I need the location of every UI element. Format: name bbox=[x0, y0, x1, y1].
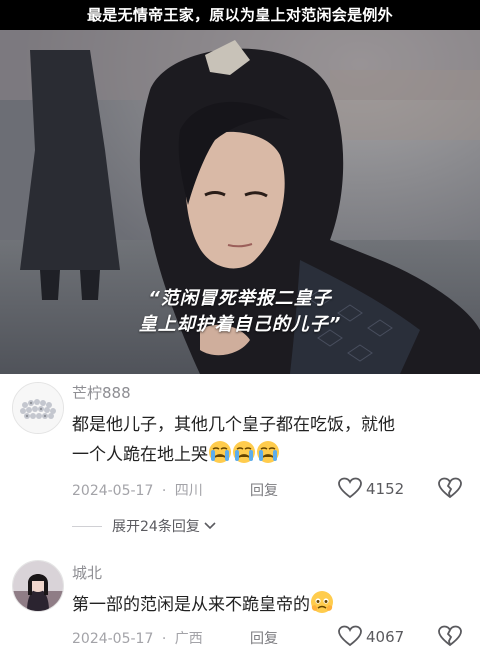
broken-heart-icon[interactable] bbox=[438, 477, 462, 503]
crying-emoji-icon bbox=[208, 440, 280, 474]
expand-replies-label: 展开24条回复 bbox=[112, 519, 200, 535]
comment-item: 芒柠888 都是他儿子，其他几个皇子都在吃饭，就他 一个人跪在地上哭 2024-… bbox=[0, 374, 480, 536]
comment-date: 2024-05-17 bbox=[72, 631, 154, 647]
comment-text-line-1: 都是他儿子，其他几个皇子都在吃饭，就他 bbox=[72, 415, 395, 435]
comment-username[interactable]: 芒柠888 bbox=[72, 382, 131, 403]
comment-username[interactable]: 城北 bbox=[72, 562, 102, 583]
meta-separator: · bbox=[161, 631, 167, 647]
heart-outline-icon[interactable] bbox=[338, 625, 362, 651]
like-count: 4152 bbox=[366, 480, 405, 498]
meta-separator: · bbox=[161, 483, 167, 499]
reply-button[interactable]: 回复 bbox=[250, 480, 278, 500]
video-player[interactable]: “范闲冒死举报二皇子 皇上却护着自己的儿子” bbox=[0, 30, 480, 374]
comment-location: 四川 bbox=[174, 483, 203, 499]
avatar[interactable] bbox=[12, 560, 64, 612]
comment-text: 第一部的范闲是从来不跪皇帝的 bbox=[72, 590, 467, 624]
video-subtitle-line-1: “范闲冒死举报二皇子 bbox=[148, 288, 332, 309]
comment-location: 广西 bbox=[174, 631, 203, 647]
video-subtitle-line-2: 皇上却护着自己的儿子” bbox=[138, 314, 342, 335]
expand-divider bbox=[72, 526, 102, 527]
comment-meta: 2024-05-17 · 广西 bbox=[72, 628, 203, 648]
avatar[interactable] bbox=[12, 382, 64, 434]
comment-text-line-1: 第一部的范闲是从来不跪皇帝的 bbox=[72, 595, 310, 615]
chevron-down-icon bbox=[204, 519, 216, 535]
teary-face-emoji-icon bbox=[310, 590, 334, 624]
expand-replies-button[interactable]: 展开24条回复 bbox=[112, 516, 216, 536]
comment-date: 2024-05-17 bbox=[72, 483, 154, 499]
like-count: 4067 bbox=[366, 628, 405, 646]
comment-meta: 2024-05-17 · 四川 bbox=[72, 480, 203, 500]
video-title-banner: 最是无情帝王家，原以为皇上对范闲会是例外 bbox=[0, 0, 480, 30]
comment-item: 城北 第一部的范闲是从来不跪皇帝的 2024-05-17 · 广西 回复 406… bbox=[0, 556, 480, 647]
comment-text-line-2: 一个人跪在地上哭 bbox=[72, 440, 467, 474]
avatar-image bbox=[13, 383, 63, 433]
avatar-image bbox=[13, 561, 63, 611]
heart-outline-icon[interactable] bbox=[338, 477, 362, 503]
comment-text-line-2-label: 一个人跪在地上哭 bbox=[72, 445, 208, 465]
comment-text: 都是他儿子，其他几个皇子都在吃饭，就他 一个人跪在地上哭 bbox=[72, 410, 467, 474]
reply-button[interactable]: 回复 bbox=[250, 628, 278, 648]
broken-heart-icon[interactable] bbox=[438, 625, 462, 651]
